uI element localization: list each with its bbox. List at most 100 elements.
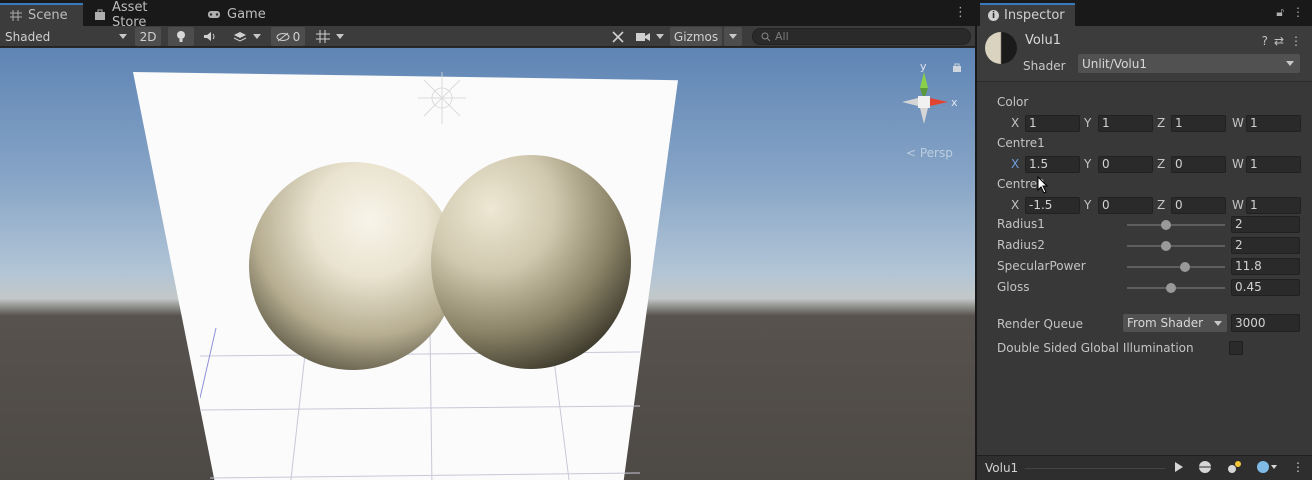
radius2-value-field[interactable]: 2: [1231, 237, 1300, 254]
gizmos-label: Gizmos: [673, 29, 719, 44]
preview-menu-icon[interactable]: ⋮: [1292, 460, 1304, 474]
shader-dropdown[interactable]: Unlit/Volu1: [1078, 54, 1300, 73]
radius1-slider[interactable]: [1127, 220, 1225, 230]
render-queue-dropdown[interactable]: From Shader: [1123, 314, 1227, 332]
info-icon: i: [988, 10, 999, 21]
scene-search-input[interactable]: All: [752, 28, 971, 45]
specular-power-value-field[interactable]: 11.8: [1231, 258, 1300, 275]
specular-power-slider[interactable]: [1127, 262, 1225, 272]
preset-icon[interactable]: ⇄: [1274, 34, 1284, 48]
tab-scene-label: Scene: [28, 8, 68, 23]
slider-thumb[interactable]: [1166, 283, 1177, 293]
axis-label: Z: [1157, 116, 1166, 130]
tab-asset-store[interactable]: Asset Store: [84, 0, 196, 30]
tab-game[interactable]: Game: [197, 3, 277, 26]
centre2-z-field[interactable]: 0: [1171, 196, 1226, 214]
preview-name: Volu1: [985, 461, 1019, 475]
centre1-y-field[interactable]: 0: [1098, 155, 1153, 173]
shader-label: Shader: [1023, 59, 1066, 73]
bag-icon: [95, 9, 105, 20]
lighting-toggle[interactable]: [168, 27, 194, 46]
material-name: Volu1: [1025, 33, 1061, 48]
radius1-row: Radius1 2: [997, 216, 1302, 234]
lock-icon[interactable]: 🔓︎: [1276, 5, 1284, 20]
radius1-value-field[interactable]: 2: [1231, 216, 1300, 233]
orientation-gizmo[interactable]: y x: [884, 64, 964, 144]
axis-label: W: [1232, 198, 1244, 212]
axis-label: W: [1232, 116, 1244, 130]
preview-settings-icon[interactable]: [1256, 460, 1278, 474]
effects-dropdown[interactable]: [226, 27, 268, 46]
double-sided-gi-label: Double Sided Global Illumination: [997, 341, 1194, 355]
menu-icon[interactable]: ⋮: [1292, 5, 1304, 20]
grid-icon: [10, 10, 22, 21]
hidden-objects-toggle[interactable]: 0: [271, 27, 305, 46]
centre2-vector: X -1.5 Y0 Z0 W1: [1011, 196, 1301, 214]
color-z-field[interactable]: 1: [1171, 114, 1226, 132]
tab-inspector-label: Inspector: [1004, 8, 1065, 23]
inspector-tabbar: i Inspector 🔓︎ ⋮: [977, 0, 1312, 26]
radius2-slider[interactable]: [1127, 241, 1225, 251]
specular-power-row: SpecularPower 11.8: [997, 258, 1302, 276]
tab-inspector[interactable]: i Inspector: [980, 3, 1075, 26]
color-x-field[interactable]: 1: [1025, 114, 1080, 132]
gloss-slider[interactable]: [1127, 283, 1225, 293]
inspector-panel: i Inspector 🔓︎ ⋮ Volu1 ? ⇄ ⋮ Shader Unli…: [977, 0, 1312, 480]
grid-snap-dropdown[interactable]: [309, 27, 351, 46]
hidden-count: 0: [292, 29, 301, 44]
play-icon[interactable]: [1174, 461, 1184, 473]
centre1-z-field[interactable]: 0: [1171, 155, 1226, 173]
camera-dropdown[interactable]: [633, 27, 667, 46]
material-preview-icon: [985, 32, 1017, 64]
lighting-preview-icon[interactable]: [1226, 460, 1242, 474]
gizmos-button[interactable]: Gizmos: [670, 27, 722, 46]
tools-button[interactable]: [607, 27, 629, 46]
color-vector: X1 Y1 Z1 W1: [1011, 114, 1301, 132]
double-sided-gi-checkbox[interactable]: [1229, 341, 1243, 355]
axis-label: W: [1232, 157, 1244, 171]
slider-thumb[interactable]: [1161, 220, 1172, 230]
chevron-down-icon: [1214, 321, 1222, 326]
settings-menu-icon[interactable]: ⋮: [1290, 34, 1302, 48]
axis-label[interactable]: X: [1011, 157, 1025, 171]
scene-menu-icon[interactable]: ⋮: [954, 6, 967, 19]
toggle-2d-button[interactable]: 2D: [135, 27, 161, 46]
speaker-icon: [203, 32, 214, 41]
centre1-vector: X 1.5 Y0 Z0 W1: [1011, 155, 1301, 173]
draw-mode-value: Shaded: [5, 29, 51, 44]
help-icon[interactable]: ?: [1262, 34, 1268, 48]
slider-thumb[interactable]: [1161, 241, 1172, 251]
centre2-w-field[interactable]: 1: [1246, 196, 1301, 214]
audio-toggle[interactable]: [198, 27, 220, 46]
gizmo-y-label: y: [920, 64, 927, 73]
search-placeholder: All: [775, 30, 789, 43]
color-y-field[interactable]: 1: [1098, 114, 1153, 132]
gloss-label: Gloss: [997, 280, 1030, 294]
color-w-field[interactable]: 1: [1246, 114, 1301, 132]
projection-label[interactable]: < Persp: [906, 146, 953, 160]
sphere-preview-icon[interactable]: [1198, 460, 1212, 474]
radius2-row: Radius2 2: [997, 237, 1302, 255]
slider-thumb[interactable]: [1179, 262, 1190, 272]
centre1-x-field[interactable]: 1.5: [1025, 155, 1080, 173]
light-gizmo-icon: [418, 72, 466, 124]
scene-toolbar: Shaded 2D 0 Gizmos All: [0, 26, 975, 47]
centre2-x-field[interactable]: -1.5: [1025, 196, 1080, 214]
sphere-left[interactable]: [249, 162, 457, 370]
material-header: Volu1 ? ⇄ ⋮ Shader Unlit/Volu1: [977, 26, 1312, 82]
preview-bar: Volu1 ⋮: [977, 455, 1312, 480]
centre2-y-field[interactable]: 0: [1098, 196, 1153, 214]
lightbulb-icon: [177, 31, 185, 42]
axis-label: X: [1011, 116, 1020, 130]
draw-mode-dropdown[interactable]: Shaded: [3, 27, 129, 46]
lock-icon[interactable]: [952, 62, 962, 72]
gizmos-dropdown[interactable]: [724, 27, 742, 46]
gloss-value-field[interactable]: 0.45: [1231, 279, 1300, 296]
scene-viewport[interactable]: y x < Persp: [0, 48, 975, 480]
chevron-down-icon: [729, 34, 737, 39]
sphere-right[interactable]: [431, 155, 631, 369]
radius1-label: Radius1: [997, 217, 1045, 231]
tab-scene[interactable]: Scene: [0, 3, 83, 26]
render-queue-value-field[interactable]: 3000: [1231, 314, 1300, 332]
centre1-w-field[interactable]: 1: [1246, 155, 1301, 173]
